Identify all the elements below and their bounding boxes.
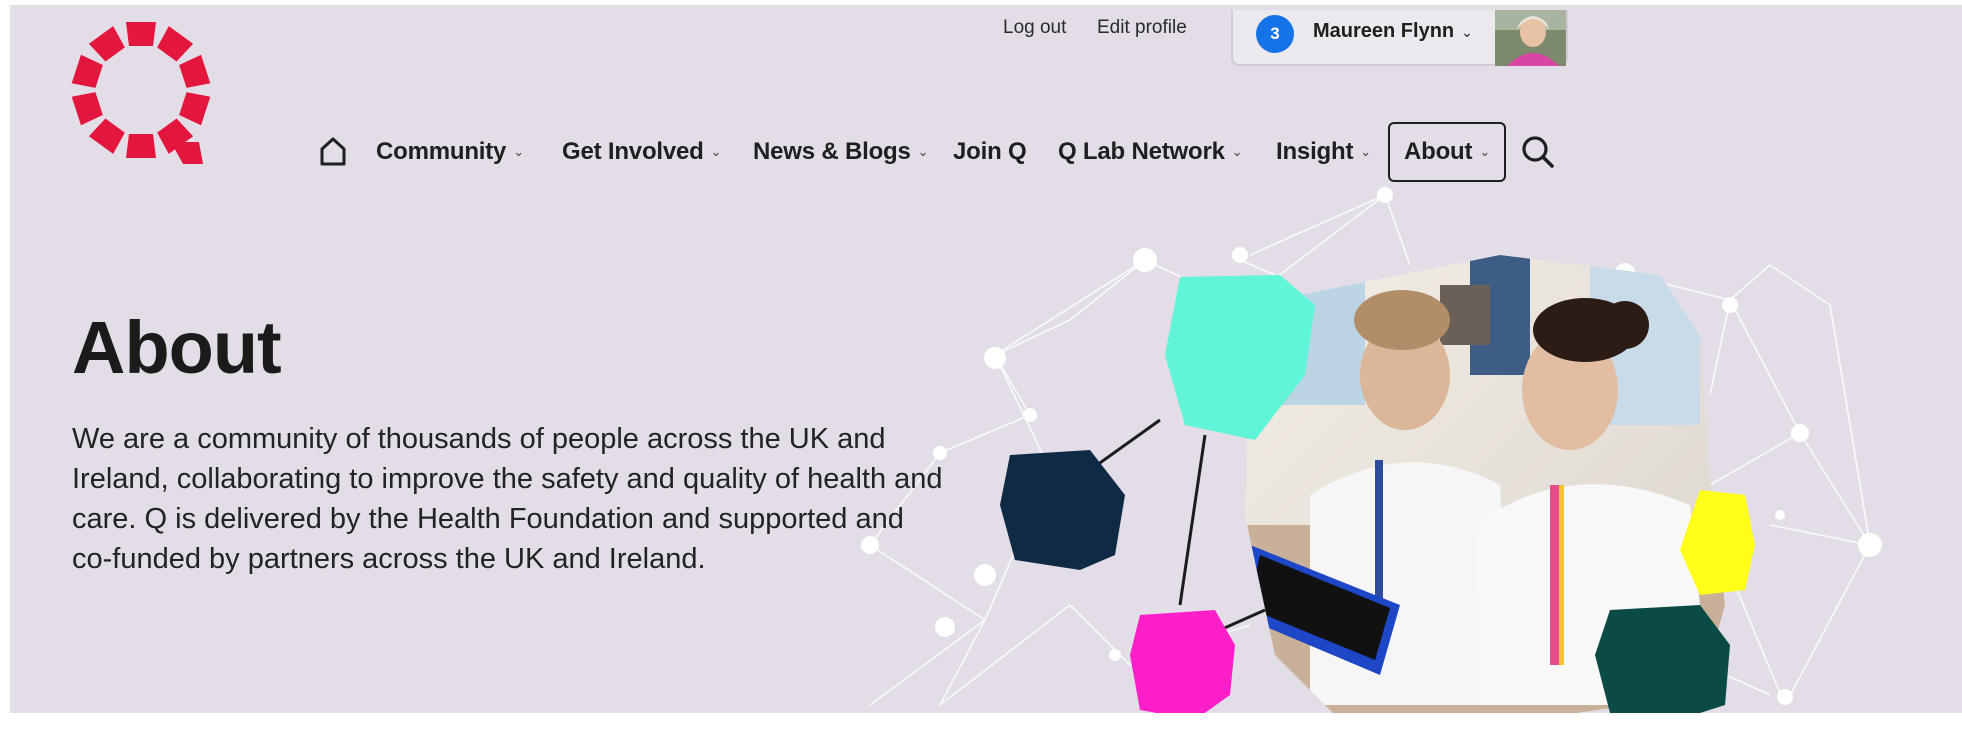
user-name: Maureen Flynn (1313, 20, 1455, 42)
nav-item-q-lab-network[interactable]: Q Lab Network ⌄ (1058, 122, 1243, 182)
chevron-down-icon: ⌄ (710, 144, 722, 159)
chevron-down-icon: ⌄ (1461, 24, 1473, 40)
nav-item-news-blogs[interactable]: News & Blogs ⌄ (753, 122, 929, 182)
chevron-down-icon: ⌄ (1360, 144, 1371, 159)
nav-item-label: Community (376, 138, 507, 165)
nav-item-label: News & Blogs (753, 138, 911, 165)
q-community-logo[interactable] (66, 15, 216, 165)
chevron-down-icon: ⌄ (1231, 144, 1243, 159)
intro-paragraph: We are a community of thousands of peopl… (72, 423, 943, 575)
logout-link[interactable]: Log out (1003, 17, 1066, 39)
nav-item-label: Insight (1276, 138, 1354, 165)
user-menu-toggle[interactable]: Maureen Flynn ⌄ (1313, 20, 1473, 43)
edit-profile-link[interactable]: Edit profile (1097, 17, 1187, 39)
home-icon[interactable] (316, 134, 350, 168)
hero-network-art (861, 187, 1882, 713)
nav-item-insight[interactable]: Insight ⌄ (1276, 122, 1371, 182)
nav-item-community[interactable]: Community ⌄ (376, 122, 524, 182)
nav-item-label: Get Involved (562, 138, 704, 165)
nav-item-label: Join Q (953, 138, 1027, 165)
user-profile-box: 3 Maureen Flynn ⌄ (1231, 10, 1568, 66)
page-title: About (72, 306, 282, 389)
nav-item-join-q[interactable]: Join Q (953, 122, 1027, 182)
chevron-down-icon: ⌄ (917, 144, 929, 159)
nav-item-get-involved[interactable]: Get Involved ⌄ (562, 122, 722, 182)
nav-item-label: About (1404, 138, 1473, 165)
chevron-down-icon: ⌄ (513, 144, 524, 159)
nav-item-about[interactable]: About ⌄ (1388, 122, 1507, 182)
notification-badge[interactable]: 3 (1256, 15, 1294, 53)
hero-section: Log out Edit profile 3 Maureen Flynn ⌄ Co… (10, 5, 1962, 713)
search-icon[interactable] (1520, 134, 1558, 172)
chevron-down-icon: ⌄ (1479, 144, 1491, 159)
nav-item-label: Q Lab Network (1058, 138, 1225, 165)
user-avatar[interactable] (1495, 10, 1566, 66)
